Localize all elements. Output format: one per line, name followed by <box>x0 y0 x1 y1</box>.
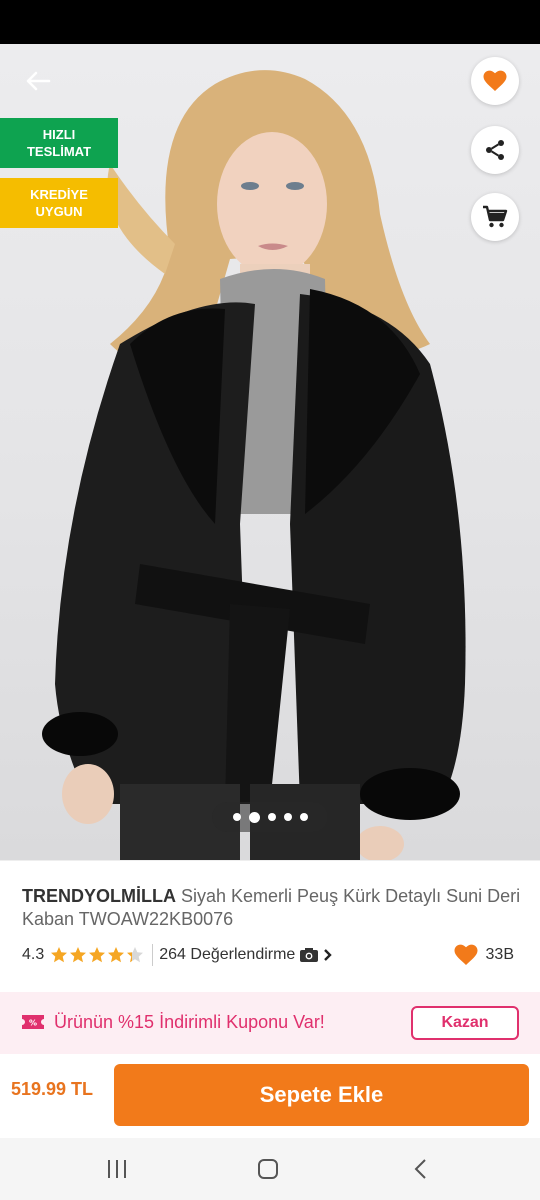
recent-apps-button[interactable] <box>97 1152 137 1186</box>
gallery-dot[interactable] <box>299 813 308 821</box>
favorite-button[interactable] <box>471 57 519 105</box>
gallery-dot[interactable] <box>283 813 292 821</box>
svg-text:%: % <box>29 1019 37 1028</box>
product-info: TRENDYOLMİLLA Siyah Kemerli Peuş Kürk De… <box>0 860 540 980</box>
chevron-right-icon <box>324 949 333 961</box>
add-to-cart-button[interactable]: Sepete Ekle <box>114 1064 529 1126</box>
rating-stars <box>50 946 144 964</box>
system-nav-bar <box>0 1138 540 1200</box>
coupon-text: Ürünün %15 İndirimli Kuponu Var! <box>54 1012 325 1032</box>
back-button[interactable] <box>18 64 58 98</box>
product-brand[interactable]: TRENDYOLMİLLA <box>22 886 176 906</box>
favorite-count: 33B <box>454 944 514 966</box>
price: 519.99 TL <box>11 1079 94 1099</box>
star-icon <box>70 947 87 963</box>
coupon-banner: % Ürünün %15 İndirimli Kuponu Var! Kazan <box>0 992 540 1054</box>
gallery-dot[interactable] <box>248 811 260 823</box>
rating-divider <box>152 944 154 966</box>
heart-icon <box>454 944 478 965</box>
cart-icon <box>483 205 508 228</box>
credit-line-2: UYGUN <box>35 204 83 219</box>
status-bar <box>0 0 540 44</box>
favorite-count-value: 33B <box>485 946 514 963</box>
fast-delivery-line-2: TESLİMAT <box>26 144 92 159</box>
heart-icon <box>483 70 507 91</box>
home-button[interactable] <box>248 1152 288 1186</box>
coupon-icon: % <box>22 1015 44 1029</box>
credit-badge: KREDİYE UYGUN <box>0 178 118 228</box>
recent-apps-icon <box>108 1160 126 1178</box>
product-title: TRENDYOLMİLLA Siyah Kemerli Peuş Kürk De… <box>22 885 522 931</box>
nav-back-button[interactable] <box>400 1152 440 1186</box>
camera-icon <box>300 948 319 962</box>
reviews-link[interactable]: 264 Değerlendirme <box>159 946 333 964</box>
fast-delivery-badge: HIZLI TESLİMAT <box>0 118 118 168</box>
credit-line-1: KREDİYE <box>30 187 88 202</box>
rating-row: 4.3 264 Değerlendirme <box>22 943 518 967</box>
star-icon <box>51 947 68 963</box>
nav-back-icon <box>414 1159 426 1179</box>
gallery-pagination <box>212 802 328 832</box>
fast-delivery-line-1: HIZLI <box>42 127 76 142</box>
gallery-dot[interactable] <box>232 813 241 821</box>
share-button[interactable] <box>471 126 519 174</box>
cart-button[interactable] <box>471 193 519 241</box>
reviews-count: 264 Değerlendirme <box>159 946 296 963</box>
arrow-left-icon <box>26 71 51 91</box>
star-icon <box>89 947 106 963</box>
home-icon <box>258 1159 278 1179</box>
purchase-bar: 519.99 TL Sepete Ekle <box>0 1054 540 1138</box>
gallery-dot[interactable] <box>267 813 276 821</box>
share-icon <box>486 140 504 160</box>
star-icon <box>108 947 125 963</box>
star-icon <box>127 947 144 963</box>
claim-coupon-button[interactable]: Kazan <box>411 1006 519 1040</box>
product-image-gallery[interactable]: HIZLI TESLİMAT KREDİYE UYGUN <box>0 44 540 860</box>
rating-value: 4.3 <box>22 946 45 963</box>
